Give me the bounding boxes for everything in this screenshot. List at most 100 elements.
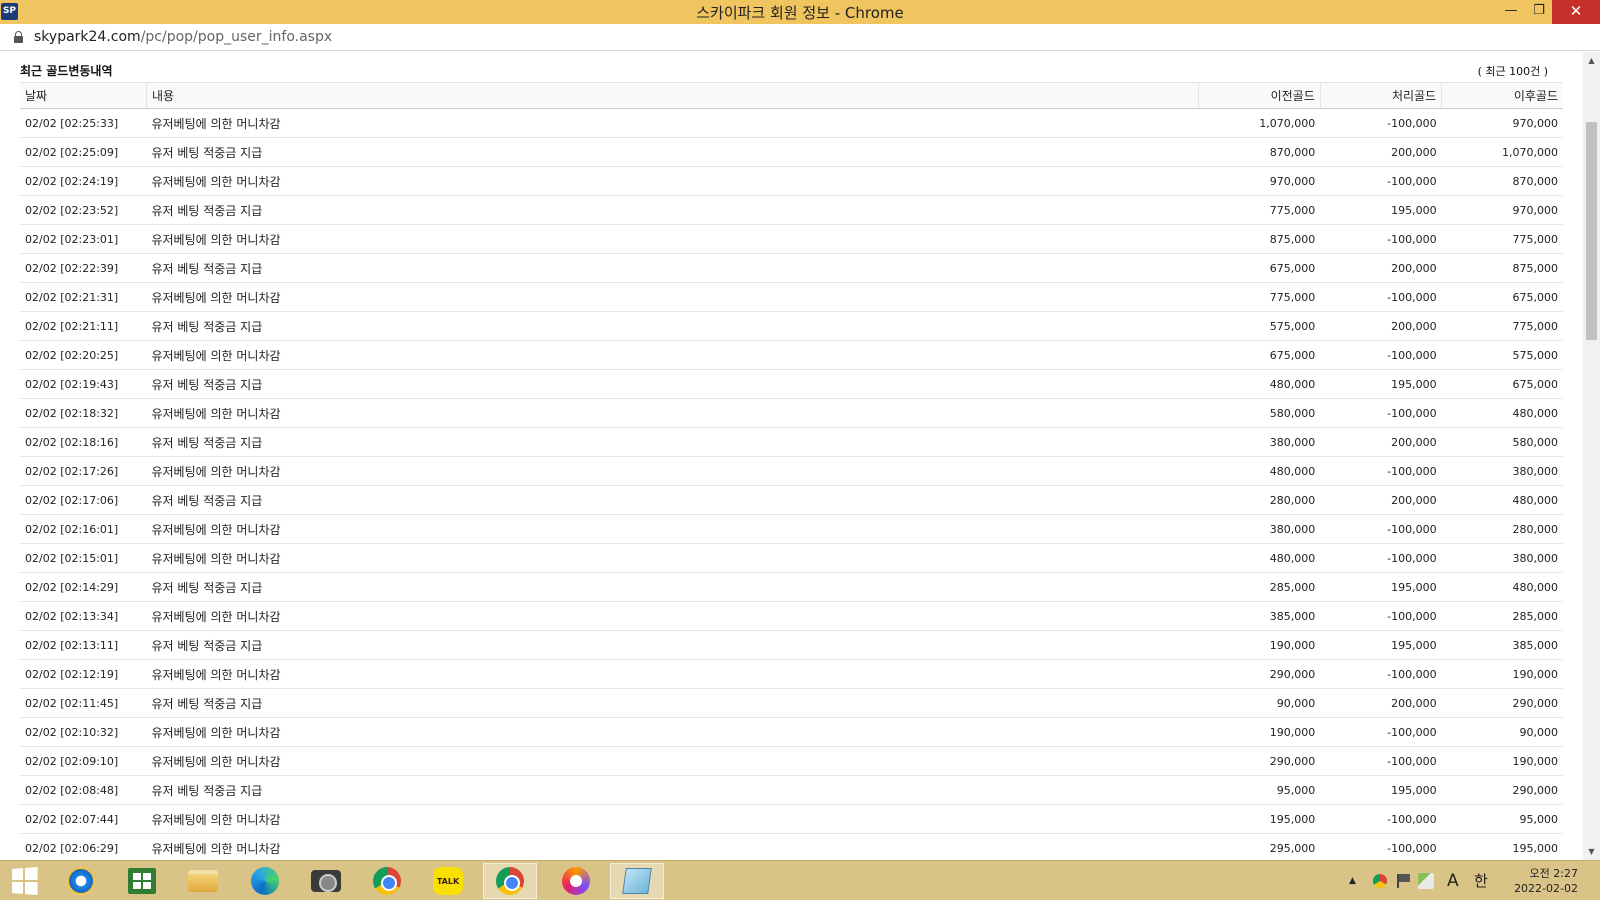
scroll-down-arrow-icon[interactable]: ▼ xyxy=(1583,843,1600,860)
cell-date: 02/02 [02:18:16] xyxy=(20,427,147,457)
cell-after-gold: 285,000 xyxy=(1441,601,1563,631)
taskbar-vpn[interactable] xyxy=(556,863,596,899)
tray-chrome-icon[interactable] xyxy=(1373,874,1387,888)
cell-before-gold: 285,000 xyxy=(1198,572,1321,602)
cell-amount-gold: -100,000 xyxy=(1320,224,1442,254)
cell-amount-gold: -100,000 xyxy=(1320,601,1442,631)
cell-amount-gold: 200,000 xyxy=(1320,137,1442,167)
cell-after-gold: 580,000 xyxy=(1441,427,1563,457)
network-icon[interactable] xyxy=(1418,873,1434,889)
cell-content: 유저베팅에 의한 머니차감 xyxy=(146,398,1199,428)
restore-button[interactable]: ❐ xyxy=(1524,0,1554,24)
ime-mode-indicator[interactable]: A xyxy=(1447,861,1459,900)
cell-before-gold: 480,000 xyxy=(1198,369,1321,399)
cell-amount-gold: 195,000 xyxy=(1320,369,1442,399)
cell-content: 유저베팅에 의한 머니차감 xyxy=(146,804,1199,834)
cell-after-gold: 290,000 xyxy=(1441,688,1563,718)
folder-icon xyxy=(188,870,218,892)
minimize-button[interactable]: — xyxy=(1496,0,1526,24)
chrome-icon xyxy=(373,867,401,895)
cell-amount-gold: 200,000 xyxy=(1320,688,1442,718)
start-button[interactable] xyxy=(4,863,44,899)
header-before-gold: 이전골드 xyxy=(1198,82,1321,109)
cell-content: 유저 베팅 적중금 지급 xyxy=(146,630,1199,660)
cell-before-gold: 870,000 xyxy=(1198,137,1321,167)
cell-date: 02/02 [02:15:01] xyxy=(20,543,147,573)
table-row: 02/02 [02:23:01] 유저베팅에 의한 머니차감 875,000 -100… xyxy=(20,224,1563,254)
system-clock[interactable]: 오전 2:27 2022-02-02 xyxy=(1508,866,1578,896)
store-icon xyxy=(128,868,156,894)
record-count: ( 최근 100건 ) xyxy=(1477,65,1548,78)
cell-after-gold: 775,000 xyxy=(1441,311,1563,341)
taskbar-camera[interactable] xyxy=(306,863,346,899)
cell-before-gold: 95,000 xyxy=(1198,775,1321,805)
scroll-thumb[interactable] xyxy=(1586,122,1597,340)
cell-date: 02/02 [02:10:32] xyxy=(20,717,147,747)
scroll-up-arrow-icon[interactable]: ▲ xyxy=(1583,52,1600,69)
ime-language-indicator[interactable]: 한 xyxy=(1474,861,1488,900)
cell-content: 유저 베팅 적중금 지급 xyxy=(146,572,1199,602)
url-text[interactable]: skypark24.com/pc/pop/pop_user_info.aspx xyxy=(34,29,332,45)
close-button[interactable]: ✕ xyxy=(1552,0,1600,24)
cell-amount-gold: -100,000 xyxy=(1320,543,1442,573)
cell-after-gold: 870,000 xyxy=(1441,166,1563,196)
table-row: 02/02 [02:18:32] 유저베팅에 의한 머니차감 580,000 -100… xyxy=(20,398,1563,428)
cell-content: 유저베팅에 의한 머니차감 xyxy=(146,282,1199,312)
cell-before-gold: 480,000 xyxy=(1198,456,1321,486)
table-row: 02/02 [02:18:16] 유저 베팅 적중금 지급 380,000 200,0… xyxy=(20,427,1563,457)
cell-content: 유저 베팅 적중금 지급 xyxy=(146,688,1199,718)
taskbar-chrome-active[interactable] xyxy=(483,863,537,899)
cell-date: 02/02 [02:12:19] xyxy=(20,659,147,689)
taskbar-store[interactable] xyxy=(122,863,162,899)
page-content: 최근 골드변동내역 ( 최근 100건 ) 날짜 내용 이전골드 처리골드 이후… xyxy=(0,52,1568,860)
table-row: 02/02 [02:17:26] 유저베팅에 의한 머니차감 480,000 -100… xyxy=(20,456,1563,486)
chrome-icon xyxy=(496,867,524,895)
taskbar-notepad[interactable] xyxy=(610,863,664,899)
header-content: 내용 xyxy=(145,82,1199,109)
cell-date: 02/02 [02:19:43] xyxy=(20,369,147,399)
lock-icon[interactable] xyxy=(14,31,23,43)
table-row: 02/02 [02:12:19] 유저베팅에 의한 머니차감 290,000 -100… xyxy=(20,659,1563,689)
cell-before-gold: 970,000 xyxy=(1198,166,1321,196)
cell-before-gold: 280,000 xyxy=(1198,485,1321,515)
cell-content: 유저 베팅 적중금 지급 xyxy=(146,195,1199,225)
taskbar-chrome[interactable] xyxy=(367,863,407,899)
taskbar-file-explorer[interactable] xyxy=(183,863,223,899)
cell-after-gold: 875,000 xyxy=(1441,253,1563,283)
cell-before-gold: 190,000 xyxy=(1198,717,1321,747)
cell-before-gold: 675,000 xyxy=(1198,340,1321,370)
vertical-scrollbar[interactable]: ▲ ▼ xyxy=(1583,52,1600,860)
cell-date: 02/02 [02:13:11] xyxy=(20,630,147,660)
taskbar-internet-explorer[interactable] xyxy=(61,863,101,899)
vpn-shield-icon xyxy=(562,867,590,895)
cell-after-gold: 95,000 xyxy=(1441,804,1563,834)
table-row: 02/02 [02:17:06] 유저 베팅 적중금 지급 280,000 200,0… xyxy=(20,485,1563,515)
cell-date: 02/02 [02:22:39] xyxy=(20,253,147,283)
cell-amount-gold: -100,000 xyxy=(1320,282,1442,312)
cell-amount-gold: 200,000 xyxy=(1320,427,1442,457)
cell-content: 유저베팅에 의한 머니차감 xyxy=(146,746,1199,776)
taskbar-kakaotalk[interactable]: TALK xyxy=(428,863,468,899)
cell-before-gold: 90,000 xyxy=(1198,688,1321,718)
cell-amount-gold: -100,000 xyxy=(1320,804,1442,834)
cell-content: 유저베팅에 의한 머니차감 xyxy=(146,224,1199,254)
tray-expand-icon[interactable]: ▲ xyxy=(1349,861,1356,900)
taskbar-edge[interactable] xyxy=(245,863,285,899)
table-row: 02/02 [02:19:43] 유저 베팅 적중금 지급 480,000 195,0… xyxy=(20,369,1563,399)
address-bar[interactable]: skypark24.com/pc/pop/pop_user_info.aspx xyxy=(0,24,1600,51)
cell-content: 유저 베팅 적중금 지급 xyxy=(146,485,1199,515)
cell-amount-gold: 195,000 xyxy=(1320,630,1442,660)
cell-date: 02/02 [02:11:45] xyxy=(20,688,147,718)
cell-before-gold: 380,000 xyxy=(1198,514,1321,544)
cell-after-gold: 1,070,000 xyxy=(1441,137,1563,167)
cell-amount-gold: 195,000 xyxy=(1320,195,1442,225)
table-row: 02/02 [02:06:29] 유저베팅에 의한 머니차감 295,000 -100… xyxy=(20,833,1563,860)
cell-after-gold: 675,000 xyxy=(1441,369,1563,399)
cell-date: 02/02 [02:18:32] xyxy=(20,398,147,428)
action-center-flag-icon[interactable] xyxy=(1397,874,1411,888)
cell-after-gold: 290,000 xyxy=(1441,775,1563,805)
header-amount-gold: 처리골드 xyxy=(1319,82,1442,109)
cell-after-gold: 195,000 xyxy=(1441,833,1563,860)
cell-amount-gold: -100,000 xyxy=(1320,398,1442,428)
camera-icon xyxy=(311,870,341,892)
